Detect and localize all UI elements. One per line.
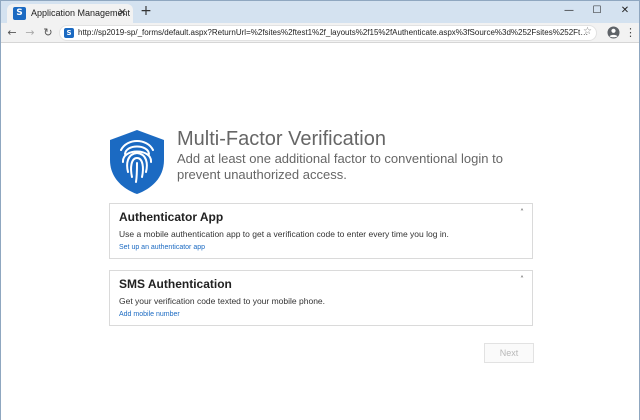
authenticator-app-card: Authenticator App Use a mobile authentic… (109, 203, 533, 259)
address-bar[interactable]: S http://sp2019-sp/_forms/default.aspx?R… (59, 25, 597, 41)
page-subtitle: Add at least one additional factor to co… (177, 151, 503, 182)
sharepoint-favicon-icon: S (13, 7, 26, 20)
forward-button[interactable]: → (23, 25, 37, 41)
card-title: SMS Authentication (119, 277, 232, 291)
new-tab-button[interactable]: + (139, 4, 153, 20)
tab-title: Application Management (31, 8, 131, 18)
setup-authenticator-link[interactable]: Set up an authenticator app (119, 244, 205, 251)
account-icon[interactable] (607, 26, 620, 39)
browser-toolbar: ← → ↻ S http://sp2019-sp/_forms/default.… (1, 23, 639, 43)
close-tab-icon[interactable]: ✕ (118, 6, 127, 19)
add-mobile-number-link[interactable]: Add mobile number (119, 311, 180, 318)
page-title: Multi-Factor Verification (177, 128, 386, 150)
sharepoint-site-icon: S (64, 28, 74, 38)
fingerprint-shield-icon (110, 130, 164, 194)
browser-menu-icon[interactable]: ⋮ (625, 25, 636, 41)
address-url[interactable]: http://sp2019-sp/_forms/default.aspx?Ret… (78, 28, 590, 37)
card-description: Use a mobile authentication app to get a… (119, 229, 449, 239)
chevron-up-icon[interactable]: ˄ (520, 275, 524, 284)
chevron-up-icon[interactable]: ˄ (520, 208, 524, 217)
close-window-button[interactable]: ✕ (611, 1, 639, 21)
next-button[interactable]: Next (484, 343, 534, 363)
card-description: Get your verification code texted to you… (119, 296, 326, 306)
back-button[interactable]: ← (5, 25, 19, 41)
minimize-button[interactable]: — (555, 1, 583, 21)
tab-strip: S Application Management ✕ + — ☐ ✕ (1, 1, 639, 23)
maximize-button[interactable]: ☐ (583, 1, 611, 21)
bookmark-star-icon[interactable]: ☆ (583, 26, 592, 37)
reload-button[interactable]: ↻ (41, 25, 55, 41)
browser-window: S Application Management ✕ + — ☐ ✕ ← → ↻… (0, 0, 640, 420)
browser-tab[interactable]: S Application Management ✕ (7, 4, 133, 23)
card-title: Authenticator App (119, 210, 224, 224)
page-content: Multi-Factor Verification Add at least o… (1, 44, 639, 420)
sms-authentication-card: SMS Authentication Get your verification… (109, 270, 533, 326)
